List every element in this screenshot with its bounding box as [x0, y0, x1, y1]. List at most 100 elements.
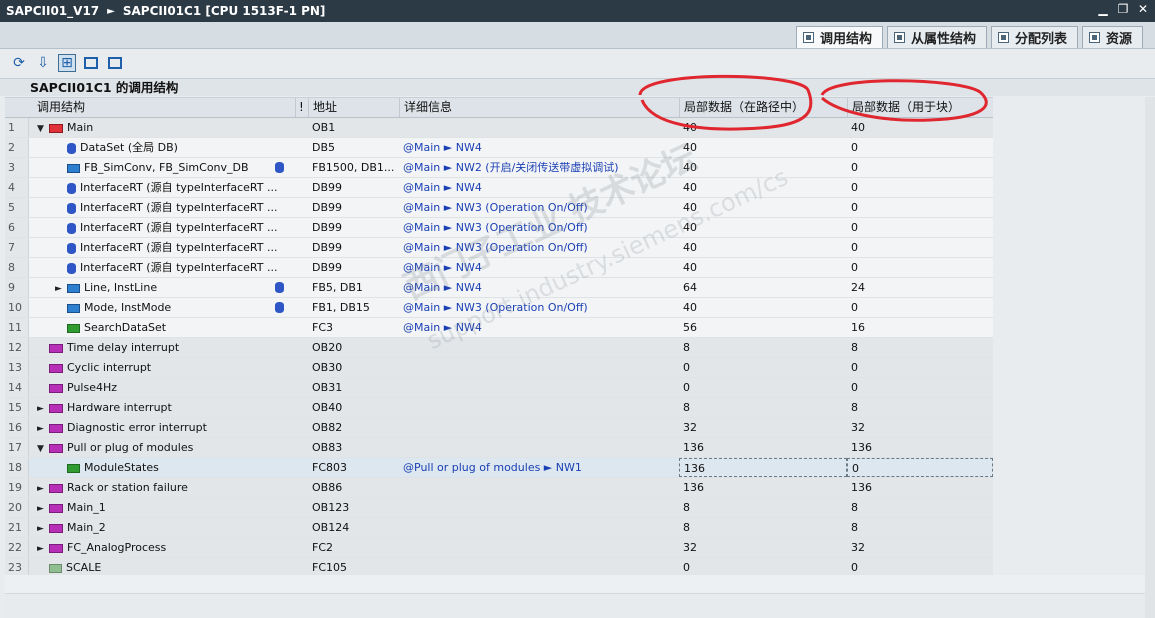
- table-row[interactable]: 16 ► Diagnostic error interrupt OB82 32 32: [5, 418, 993, 438]
- breadcrumb-separator-icon: ►: [107, 5, 115, 17]
- table-body: 1 ▼ Main OB1 40 40 2 DataSet (全局 DB) DB5 @Main ► …: [5, 118, 993, 598]
- header-local-data-path[interactable]: 局部数据（在路径中）: [679, 98, 847, 117]
- block-name: Rack or station failure: [67, 481, 188, 494]
- header-address[interactable]: 地址: [308, 98, 399, 117]
- block-name: SCALE: [66, 561, 102, 574]
- tab-resources[interactable]: 资源: [1081, 26, 1143, 48]
- dependency-structure-icon: [893, 32, 905, 43]
- scrollbar[interactable]: [1145, 97, 1155, 618]
- header-structure[interactable]: 调用结构: [33, 98, 295, 117]
- local-data-path-cell: 8: [683, 341, 690, 354]
- row-number: 3: [5, 158, 29, 177]
- db-block-icon: [67, 182, 76, 194]
- refresh-icon[interactable]: ⟳: [10, 54, 28, 72]
- header-flag[interactable]: !: [295, 98, 308, 117]
- expand-icon[interactable]: ►: [37, 540, 49, 557]
- expand-icon[interactable]: ►: [55, 280, 67, 297]
- fc-block-icon: [67, 323, 80, 333]
- table-row[interactable]: 21 ► Main_2 OB124 8 8: [5, 518, 993, 538]
- view-tabs: 调用结构 从属性结构 分配列表 资源: [795, 26, 1143, 48]
- local-data-path-cell: 136: [679, 458, 847, 477]
- device-name: SAPCII01C1 [CPU 1513F-1 PN]: [122, 4, 326, 18]
- table-row[interactable]: 20 ► Main_1 OB123 8 8: [5, 498, 993, 518]
- ob-block-icon: [49, 543, 63, 553]
- table-row[interactable]: 15 ► Hardware interrupt OB40 8 8: [5, 398, 993, 418]
- collapse-icon[interactable]: ▼: [37, 120, 49, 137]
- local-data-block-cell: 0: [851, 221, 858, 234]
- header-details[interactable]: 详细信息: [399, 98, 679, 117]
- row-number: 5: [5, 198, 29, 217]
- local-data-path-cell: 56: [683, 321, 697, 334]
- tab-label: 调用结构: [819, 32, 872, 47]
- db-block-icon: [67, 202, 76, 214]
- local-data-path-cell: 8: [683, 401, 690, 414]
- table-row[interactable]: 14 Pulse4Hz OB31 0 0: [5, 378, 993, 398]
- empty-row: [5, 575, 1155, 594]
- block-name-cell: ► Main_1: [33, 498, 309, 517]
- address-cell: OB31: [312, 381, 343, 394]
- minimize-button[interactable]: ▁: [1097, 2, 1109, 16]
- panel-title: SAPCII01C1 的调用结构: [0, 78, 1155, 96]
- tab-dependency-structure[interactable]: 从属性结构: [886, 26, 987, 48]
- address-cell: OB40: [312, 401, 343, 414]
- row-number: 19: [5, 478, 29, 497]
- block-name: ModuleStates: [84, 461, 159, 474]
- ob-block-icon: [49, 343, 63, 353]
- tab-assignment-list[interactable]: 分配列表: [990, 26, 1078, 48]
- table-row[interactable]: 12 Time delay interrupt OB20 8 8: [5, 338, 993, 358]
- block-name: Cyclic interrupt: [67, 361, 152, 374]
- table-row[interactable]: 19 ► Rack or station failure OB86 136 136: [5, 478, 993, 498]
- table-row[interactable]: 4 InterfaceRT (源自 typeInterfaceRT ... DB99…: [5, 178, 993, 198]
- table-row[interactable]: 3 FB_SimConv, FB_SimConv_DB FB1500, DB1...…: [5, 158, 993, 178]
- collapse-icon[interactable]: ▼: [37, 440, 49, 457]
- expand-all-icon[interactable]: ⇩: [34, 54, 52, 72]
- local-data-path-cell: 40: [683, 261, 697, 274]
- db-block-icon: [67, 222, 76, 234]
- table-row[interactable]: 18 ModuleStates FC803 @Pull or plug of modu…: [5, 458, 993, 478]
- block-name: FC_AnalogProcess: [67, 541, 167, 554]
- table-row[interactable]: 22 ► FC_AnalogProcess FC2 32 32: [5, 538, 993, 558]
- block-name-cell: ► Hardware interrupt: [33, 398, 309, 417]
- block-name-cell: Mode, InstMode: [33, 298, 309, 317]
- address-cell: DB99: [312, 201, 343, 214]
- show-conflicts-icon[interactable]: ⊞: [58, 54, 76, 72]
- block-name: Main_1: [67, 501, 106, 514]
- details-link[interactable]: @Pull or plug of modules ► NW1: [399, 458, 679, 477]
- table-row[interactable]: 17 ▼ Pull or plug of modules OB83 136 136: [5, 438, 993, 458]
- details-link: [399, 418, 679, 437]
- local-data-path-cell: 136: [683, 481, 704, 494]
- address-cell: FB1500, DB1...: [312, 161, 395, 174]
- block-name-cell: InterfaceRT (源自 typeInterfaceRT ...: [33, 238, 309, 257]
- list-view-icon[interactable]: [106, 54, 124, 72]
- block-name: Diagnostic error interrupt: [67, 421, 207, 434]
- local-data-block-cell: 0: [851, 161, 858, 174]
- table-row[interactable]: 13 Cyclic interrupt OB30 0 0: [5, 358, 993, 378]
- expand-icon[interactable]: ►: [37, 480, 49, 497]
- close-button[interactable]: ✕: [1137, 2, 1149, 16]
- header-local-data-block[interactable]: 局部数据（用于块）: [847, 98, 993, 117]
- block-name: InterfaceRT (源自 typeInterfaceRT ...: [80, 261, 278, 274]
- table-row[interactable]: 2 DataSet (全局 DB) DB5 @Main ► NW4 40 0: [5, 138, 993, 158]
- local-data-path-cell: 40: [683, 241, 697, 254]
- row-number: 14: [5, 378, 29, 397]
- local-data-path-cell: 64: [683, 281, 697, 294]
- expand-icon[interactable]: ►: [37, 500, 49, 517]
- local-data-block-cell: 0: [851, 181, 858, 194]
- block-name-cell: ▼ Pull or plug of modules: [33, 438, 309, 457]
- block-name-cell: FB_SimConv, FB_SimConv_DB: [33, 158, 309, 177]
- restore-button[interactable]: ❐: [1117, 2, 1129, 16]
- expand-icon[interactable]: ►: [37, 400, 49, 417]
- block-name-cell: Time delay interrupt: [33, 338, 309, 357]
- local-data-block-cell: 8: [851, 521, 858, 534]
- block-name-cell: ► Rack or station failure: [33, 478, 309, 497]
- table-row[interactable]: 1 ▼ Main OB1 40 40: [5, 118, 993, 138]
- tab-call-structure[interactable]: 调用结构: [795, 26, 883, 48]
- row-number: 2: [5, 138, 29, 157]
- expand-icon[interactable]: ►: [37, 420, 49, 437]
- block-name: Main_2: [67, 521, 106, 534]
- address-cell: OB124: [312, 521, 350, 534]
- expand-icon[interactable]: ►: [37, 520, 49, 537]
- address-cell: OB86: [312, 481, 343, 494]
- collapse-view-icon[interactable]: [82, 54, 100, 72]
- db-block-icon: [67, 142, 76, 154]
